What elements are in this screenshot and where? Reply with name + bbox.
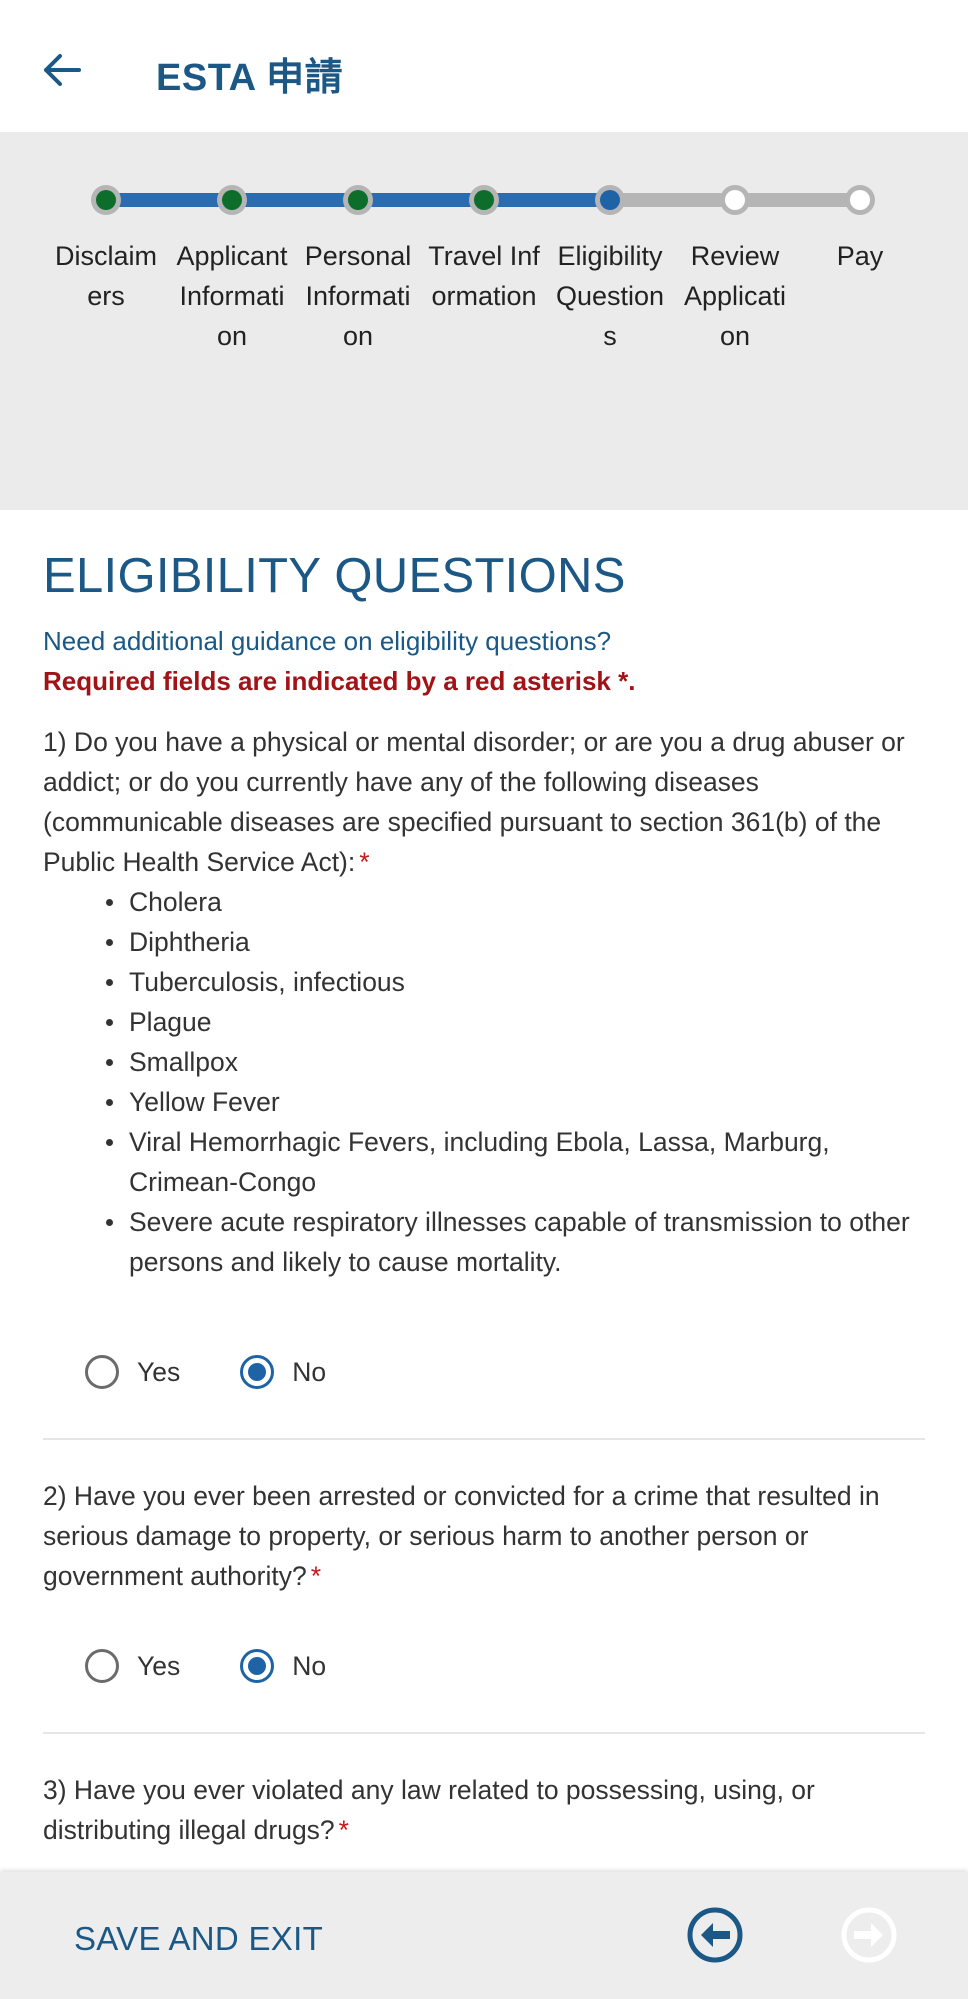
question-2-text: 2) Have you ever been arrested or convic… xyxy=(43,1481,880,1591)
list-item: Viral Hemorrhagic Fevers, including Ebol… xyxy=(106,1122,919,1202)
list-item: Cholera xyxy=(106,882,919,922)
step-marker-upcoming xyxy=(725,190,745,210)
step-marker-current xyxy=(600,190,620,210)
question-2-yes-radio[interactable]: Yes xyxy=(85,1649,180,1683)
question-1-no-radio[interactable]: No xyxy=(240,1355,326,1389)
step-marker-complete xyxy=(348,190,368,210)
page-title: ELIGIBILITY QUESTIONS xyxy=(43,549,626,603)
question-3: 3) Have you ever violated any law relate… xyxy=(43,1770,925,1850)
list-item: Yellow Fever xyxy=(106,1082,919,1122)
question-2: 2) Have you ever been arrested or convic… xyxy=(43,1476,925,1596)
bottom-action-bar: SAVE AND EXIT xyxy=(0,1872,968,1999)
back-arrow-icon[interactable] xyxy=(36,44,88,96)
arrow-left-circle-icon[interactable] xyxy=(686,1906,744,1964)
radio-circle-selected[interactable] xyxy=(240,1355,275,1389)
step-label: Personal Information xyxy=(304,241,412,351)
step-label: Pay xyxy=(836,241,884,271)
radio-label-yes: Yes xyxy=(137,1650,181,1681)
required-asterisk: * xyxy=(310,1561,322,1591)
step-label: Review Application xyxy=(683,241,787,351)
question-1: 1) Do you have a physical or mental diso… xyxy=(43,722,925,882)
guidance-link[interactable]: Need additional guidance on eligibility … xyxy=(43,626,611,657)
radio-label-yes: Yes xyxy=(137,1356,181,1387)
required-asterisk: * xyxy=(338,1815,349,1845)
disease-list: Cholera Diphtheria Tuberculosis, infecti… xyxy=(106,882,919,1282)
list-item: Diphtheria xyxy=(106,922,919,962)
step-label: Applicant Information xyxy=(176,241,288,351)
step-marker-complete xyxy=(222,190,242,210)
app-header: ESTA 申請 xyxy=(0,0,968,132)
radio-circle-selected[interactable] xyxy=(240,1649,275,1683)
step-label: Travel Information xyxy=(428,241,540,311)
step-label: Eligibility Questions xyxy=(555,241,665,351)
question-2-no-radio[interactable]: No xyxy=(240,1649,326,1683)
radio-label-no: No xyxy=(292,1650,327,1681)
list-item: Plague xyxy=(106,1002,919,1042)
divider xyxy=(43,1438,925,1440)
question-2-radio-group: Yes No xyxy=(85,1644,386,1688)
required-fields-note: Required fields are indicated by a red a… xyxy=(43,666,636,696)
radio-label-no: No xyxy=(292,1356,327,1387)
step-label: Disclaimers xyxy=(54,241,157,311)
question-1-text: 1) Do you have a physical or mental diso… xyxy=(43,727,905,877)
step-marker-complete xyxy=(96,190,116,210)
question-3-text: 3) Have you ever violated any law relate… xyxy=(43,1775,815,1845)
question-1-yes-radio[interactable]: Yes xyxy=(85,1355,180,1389)
app-title: ESTA 申請 xyxy=(156,57,344,99)
arrow-right-circle-icon[interactable] xyxy=(840,1906,898,1964)
list-item: Smallpox xyxy=(106,1042,919,1082)
step-marker-complete xyxy=(474,190,494,210)
divider xyxy=(43,1732,925,1734)
stepper-track xyxy=(91,185,875,215)
required-asterisk: * xyxy=(359,847,370,877)
list-item: Tuberculosis, infectious xyxy=(106,962,919,1002)
save-and-exit-button[interactable]: SAVE AND EXIT xyxy=(74,1920,323,1958)
question-1-radio-group: Yes No xyxy=(85,1350,386,1394)
radio-circle[interactable] xyxy=(85,1355,119,1389)
radio-circle[interactable] xyxy=(85,1649,119,1683)
step-marker-upcoming xyxy=(850,190,870,210)
list-item: Severe acute respiratory illnesses capab… xyxy=(106,1202,919,1282)
progress-stepper: Disclaimers Applicant Information Personal… xyxy=(0,132,968,510)
